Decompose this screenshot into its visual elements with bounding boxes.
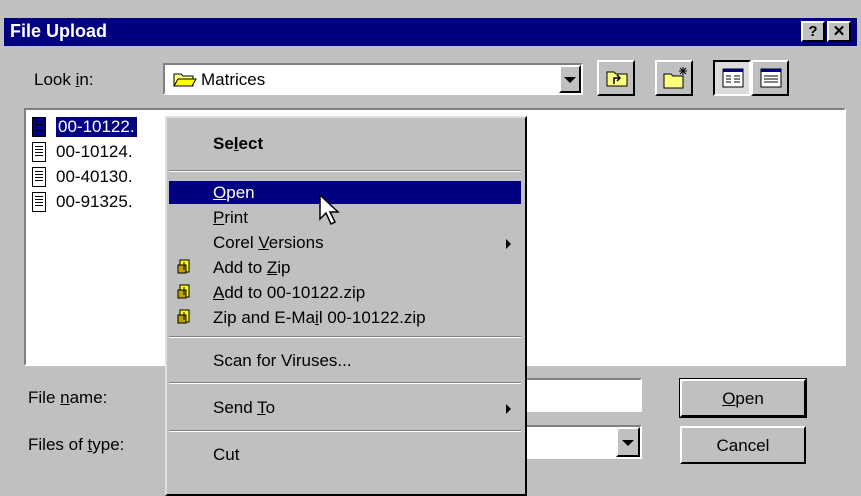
create-new-folder-button[interactable] [655, 60, 693, 96]
mouse-cursor-icon [319, 193, 340, 226]
menu-item-corel-versions[interactable]: Corel Versions [169, 231, 521, 254]
submenu-arrow-icon [506, 404, 511, 414]
file-item[interactable]: 00-91325. [30, 191, 170, 213]
file-name: 00-91325. [56, 192, 133, 211]
close-button[interactable]: ✕ [827, 21, 851, 42]
document-icon [32, 117, 46, 137]
file-type-dropdown-button[interactable] [616, 427, 640, 457]
dialog-title: File Upload [10, 21, 108, 41]
menu-item-cut[interactable]: Cut [169, 443, 521, 466]
details-view-icon [760, 68, 782, 88]
menu-item-scan-for-viruses[interactable]: Scan for Viruses... [169, 349, 521, 372]
cancel-button[interactable]: Cancel [680, 426, 806, 464]
file-name-label: File name: [28, 388, 108, 407]
open-button-label: Open [722, 389, 764, 408]
menu-item-add-to-zip[interactable]: Add to Zip [169, 256, 521, 279]
winzip-icon [177, 309, 190, 324]
close-icon: ✕ [832, 23, 846, 40]
menu-item-add-to-named-zip[interactable]: Add to 00-10122.zip [169, 281, 521, 304]
cancel-button-label: Cancel [716, 436, 770, 455]
submenu-arrow-icon [506, 239, 511, 249]
menu-separator [169, 336, 521, 338]
new-folder-icon [663, 67, 687, 89]
document-icon [32, 142, 46, 162]
file-name-input[interactable] [520, 378, 642, 412]
chevron-down-icon [564, 77, 576, 83]
list-view-icon [722, 68, 744, 88]
menu-separator [169, 170, 521, 172]
file-item[interactable]: 00-40130. [30, 166, 170, 188]
open-button[interactable]: Open [679, 378, 807, 418]
menu-separator [169, 430, 521, 432]
files-of-type-label: Files of type: [28, 435, 125, 454]
title-bar[interactable]: File Upload ? ✕ [4, 18, 857, 46]
look-in-dropdown-button[interactable] [559, 65, 581, 93]
file-name: 00-10124. [56, 142, 133, 161]
look-in-label: Look in: [34, 70, 94, 89]
menu-separator [169, 382, 521, 384]
context-menu: Select Open Print Corel Versions Add to … [165, 116, 527, 496]
file-item[interactable]: 00-10124. [30, 141, 170, 163]
up-one-level-button[interactable] [597, 60, 635, 96]
look-in-value: Matrices [201, 70, 266, 89]
chevron-down-icon [622, 440, 634, 446]
menu-item-select[interactable]: Select [169, 132, 521, 158]
menu-item-send-to[interactable]: Send To [169, 396, 521, 419]
document-icon [32, 192, 46, 212]
help-button[interactable]: ? [801, 21, 825, 42]
file-name: 00-10122. [56, 117, 137, 137]
file-upload-dialog: File Upload ? ✕ Look in: Matrices 00-101… [0, 0, 861, 496]
details-view-button[interactable] [751, 60, 789, 96]
look-in-combobox[interactable]: Matrices [163, 63, 583, 95]
folder-open-icon [173, 73, 197, 87]
files-of-type-select[interactable] [520, 425, 642, 459]
menu-item-zip-and-email[interactable]: Zip and E-Mail 00-10122.zip [169, 306, 521, 329]
winzip-icon [177, 259, 190, 274]
document-icon [32, 167, 46, 187]
file-name: 00-40130. [56, 167, 133, 186]
up-folder-icon [606, 71, 628, 87]
help-icon: ? [808, 23, 818, 40]
winzip-icon [177, 284, 190, 299]
list-view-button[interactable] [713, 60, 751, 96]
